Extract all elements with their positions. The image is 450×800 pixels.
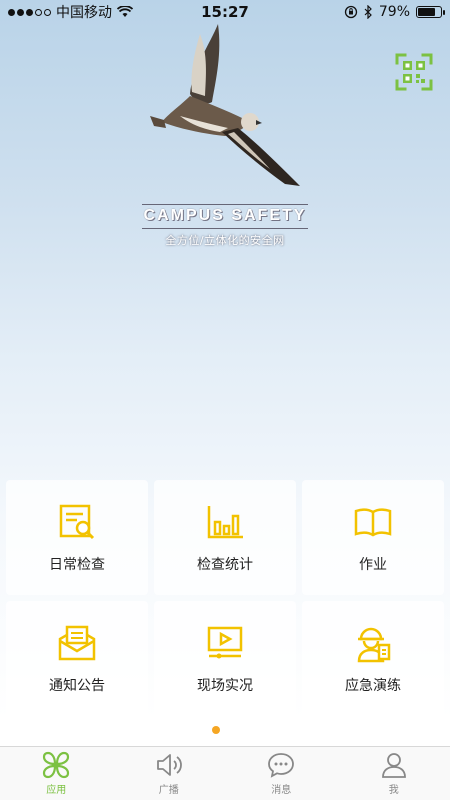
speaker-icon <box>156 754 182 776</box>
feature-grid: 日常检查 检查统计 作业 通知公告 现场实况 应急演练 <box>6 480 444 716</box>
apps-icon <box>43 751 70 779</box>
worker-icon <box>357 627 391 662</box>
grid-item-homework[interactable]: 作业 <box>302 480 444 595</box>
tab-bar: 应用 广播 消息 我 <box>0 746 450 800</box>
book-icon <box>354 507 392 536</box>
page-indicator-dot <box>212 726 220 734</box>
daily-check-icon <box>59 504 95 539</box>
battery-icon <box>416 6 445 18</box>
grid-item-label: 检查统计 <box>197 556 253 573</box>
battery-fill <box>418 8 436 16</box>
battery-percent: 79% <box>378 4 410 20</box>
grid-item-label: 现场实况 <box>197 677 253 694</box>
grid-item-check-stats[interactable]: 检查统计 <box>154 480 296 595</box>
qr-scan-button[interactable] <box>394 52 434 92</box>
bluetooth-icon <box>364 5 372 19</box>
grid-item-label: 日常检查 <box>49 556 105 573</box>
chat-icon <box>268 753 295 778</box>
tab-apps[interactable]: 应用 <box>16 751 96 796</box>
signal-strength-icon <box>8 8 51 16</box>
grid-item-emergency-drill[interactable]: 应急演练 <box>302 601 444 716</box>
brand-block: CAMPUS SAFETY 全方位/立体化的安全网 <box>0 204 450 248</box>
hero-banner: CAMPUS SAFETY 全方位/立体化的安全网 <box>0 24 450 474</box>
grid-item-label: 应急演练 <box>345 677 401 694</box>
status-time: 15:27 <box>201 3 249 21</box>
status-bar: 中国移动 15:27 79% <box>0 0 450 24</box>
carrier-name: 中国移动 <box>56 5 112 21</box>
qr-code-icon <box>395 53 433 91</box>
video-icon <box>207 626 243 658</box>
status-left: 中国移动 <box>8 2 133 22</box>
grid-item-notice[interactable]: 通知公告 <box>6 601 148 716</box>
person-icon <box>381 753 406 778</box>
tab-label: 我 <box>388 785 399 796</box>
tab-messages[interactable]: 消息 <box>241 751 321 796</box>
tab-me[interactable]: 我 <box>354 751 434 796</box>
tab-label: 应用 <box>46 785 67 796</box>
hawk-illustration <box>150 24 300 186</box>
mail-icon <box>58 625 96 660</box>
grid-item-label: 作业 <box>359 556 387 573</box>
grid-item-label: 通知公告 <box>49 677 105 694</box>
status-right: 79% <box>344 4 445 20</box>
bar-chart-icon <box>207 505 243 538</box>
tab-label: 广播 <box>158 785 179 796</box>
brand-subtitle: 全方位/立体化的安全网 <box>165 234 285 247</box>
tab-label: 消息 <box>271 785 292 796</box>
tab-broadcast[interactable]: 广播 <box>129 751 209 796</box>
rotation-lock-icon <box>344 5 358 19</box>
grid-item-live-scene[interactable]: 现场实况 <box>154 601 296 716</box>
wifi-icon <box>117 6 133 17</box>
brand-title: CAMPUS SAFETY <box>141 204 309 229</box>
grid-item-daily-check[interactable]: 日常检查 <box>6 480 148 595</box>
